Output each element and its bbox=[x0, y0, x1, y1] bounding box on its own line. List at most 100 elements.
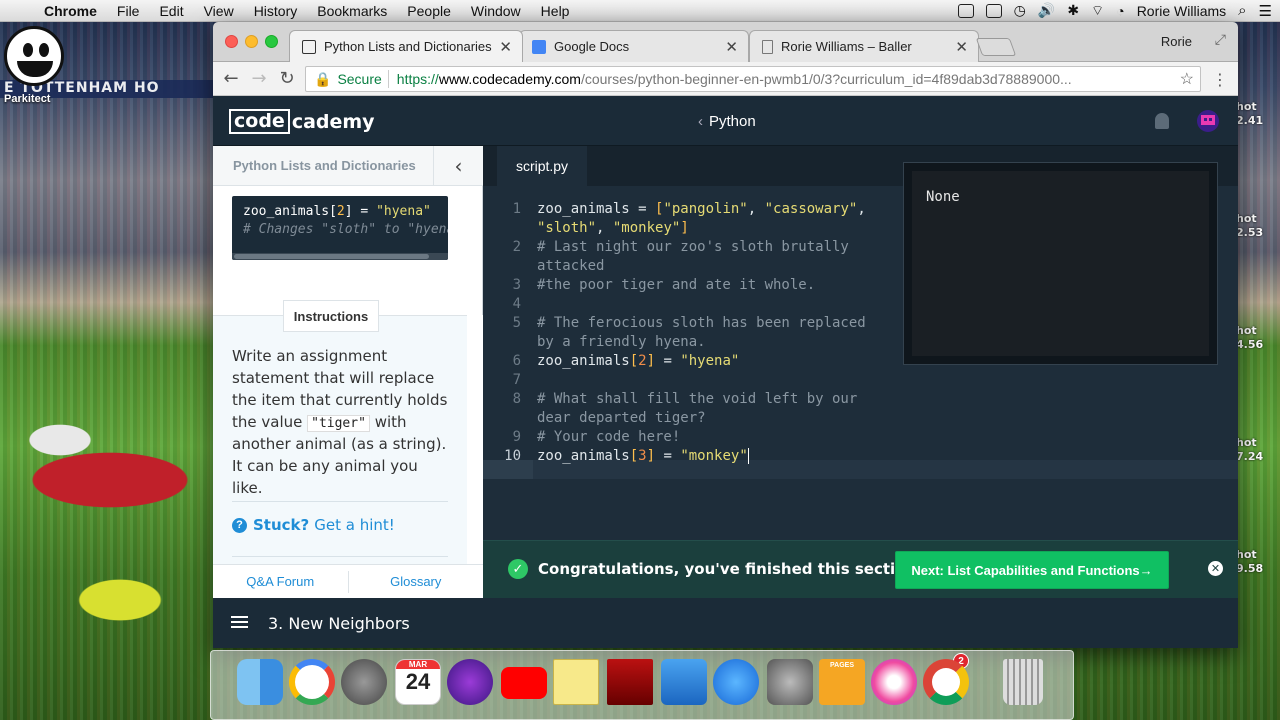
minimize-window-button[interactable] bbox=[245, 35, 258, 48]
line-number: 8 bbox=[512, 391, 521, 407]
glossary-link[interactable]: Glossary bbox=[349, 574, 484, 589]
keynote-icon[interactable] bbox=[661, 659, 707, 705]
close-tab-icon[interactable]: ✕ bbox=[499, 38, 512, 56]
close-tab-icon[interactable]: ✕ bbox=[725, 38, 738, 56]
spotlight-search-icon[interactable]: ⌕ bbox=[1238, 2, 1246, 19]
file-tab-script-py[interactable]: script.py bbox=[497, 146, 587, 186]
chrome-menu-icon[interactable]: ⋮ bbox=[1212, 70, 1228, 89]
address-bar[interactable]: 🔒 Secure https:// www.codecademy.com /co… bbox=[305, 66, 1201, 92]
code-line-8[interactable]: # What shall fill the void left by our de… bbox=[537, 390, 897, 428]
icon-eye-left bbox=[23, 43, 33, 57]
code-line-10[interactable]: zoo_animals[3] = "monkey" bbox=[537, 447, 897, 466]
instructions-tab[interactable]: Instructions bbox=[283, 300, 379, 332]
forward-arrow-icon[interactable]: → bbox=[245, 68, 273, 89]
imovie-star-icon[interactable] bbox=[447, 659, 493, 705]
line-number: 3 bbox=[512, 277, 521, 293]
clock-icon[interactable]: ◔ bbox=[1116, 3, 1124, 19]
page-icon bbox=[762, 39, 773, 54]
finder-icon[interactable] bbox=[237, 659, 283, 705]
user-avatar[interactable] bbox=[1197, 110, 1219, 132]
menu-window[interactable]: Window bbox=[461, 3, 531, 19]
itunes-icon[interactable] bbox=[871, 659, 917, 705]
instructions-body: Write an assignment statement that will … bbox=[213, 315, 467, 579]
logo-code-box: code bbox=[229, 109, 290, 134]
reload-icon[interactable]: ↻ bbox=[273, 68, 301, 89]
close-banner-icon[interactable]: ✕ bbox=[1208, 561, 1223, 576]
app-menu-chrome[interactable]: Chrome bbox=[38, 3, 107, 19]
new-tab-button[interactable] bbox=[975, 38, 1017, 56]
code-horizontal-scrollbar[interactable] bbox=[232, 253, 448, 260]
code-line-3[interactable]: #the poor tiger and ate it whole. bbox=[537, 276, 897, 295]
stickies-icon[interactable] bbox=[553, 659, 599, 705]
example-code-line-1: zoo_animals[2] = "hyena" bbox=[243, 204, 431, 219]
instructions-text: Write an assignment statement that will … bbox=[232, 347, 448, 497]
system-preferences-icon[interactable] bbox=[767, 659, 813, 705]
code-editor-area: script.py 1 zoo_animals = ["pangolin", "… bbox=[483, 146, 1238, 598]
photo-booth-icon[interactable] bbox=[607, 659, 653, 705]
close-window-button[interactable] bbox=[225, 35, 238, 48]
parkitect-app-icon[interactable] bbox=[4, 26, 64, 86]
url-domain: www.codecademy.com bbox=[438, 71, 581, 87]
next-lesson-button[interactable]: Next: List Capabilities and Functions→ bbox=[895, 551, 1169, 589]
tab-google-docs[interactable]: Google Docs ✕ bbox=[519, 30, 749, 62]
profile-button[interactable]: Rorie bbox=[1161, 34, 1192, 49]
menu-help[interactable]: Help bbox=[531, 3, 580, 19]
back-arrow-icon[interactable]: ← bbox=[217, 68, 245, 89]
bookmark-star-icon[interactable]: ☆ bbox=[1180, 69, 1194, 89]
launchpad-rocket-icon[interactable] bbox=[341, 659, 387, 705]
code-line-1[interactable]: zoo_animals = ["pangolin", "cassowary", "… bbox=[537, 200, 897, 238]
zoom-window-button[interactable] bbox=[265, 35, 278, 48]
panel-scrollbar[interactable] bbox=[467, 315, 483, 579]
code-line-2[interactable]: # Last night our zoo's sloth brutally att… bbox=[537, 238, 897, 276]
success-check-icon: ✓ bbox=[508, 559, 528, 579]
calendar-icon[interactable]: MAR 24 bbox=[395, 659, 441, 705]
menu-file[interactable]: File bbox=[107, 3, 150, 19]
pages-icon[interactable]: PAGES bbox=[819, 659, 865, 705]
get-hint-link[interactable]: ? Stuck? Get a hint! bbox=[232, 516, 395, 534]
google-icon[interactable] bbox=[289, 659, 335, 705]
bluetooth-icon[interactable]: ✱ bbox=[1067, 2, 1079, 19]
youtube-icon[interactable] bbox=[501, 667, 547, 699]
lesson-title: Python Lists and Dictionaries bbox=[233, 158, 416, 173]
line-number: 9 bbox=[512, 429, 521, 445]
user-name[interactable]: Rorie Williams bbox=[1137, 3, 1226, 19]
code-line-6[interactable]: zoo_animals[2] = "hyena" bbox=[537, 352, 897, 371]
chrome-icon[interactable] bbox=[923, 659, 969, 705]
hint-link-text[interactable]: Get a hint! bbox=[314, 516, 395, 534]
status-app-icon[interactable] bbox=[957, 3, 974, 18]
notifications-bell-icon[interactable] bbox=[1155, 113, 1169, 129]
menu-view[interactable]: View bbox=[194, 3, 244, 19]
tab-rorie-williams[interactable]: Rorie Williams – Baller ✕ bbox=[749, 30, 979, 62]
course-title-link[interactable]: ‹ Python bbox=[698, 113, 756, 130]
wifi-icon[interactable]: ⌔ bbox=[1091, 2, 1104, 20]
menu-history[interactable]: History bbox=[244, 3, 308, 19]
line-number: 2 bbox=[512, 239, 521, 255]
divider bbox=[232, 556, 448, 557]
app-store-icon[interactable] bbox=[713, 659, 759, 705]
mac-dock: MAR 24 2 PAGES bbox=[210, 650, 1074, 720]
secure-label: Secure bbox=[337, 71, 382, 87]
menu-edit[interactable]: Edit bbox=[149, 3, 193, 19]
volume-icon[interactable]: 🔊 bbox=[1038, 2, 1055, 19]
tab-title: Google Docs bbox=[554, 39, 630, 54]
menu-people[interactable]: People bbox=[397, 3, 461, 19]
scrollbar-thumb[interactable] bbox=[234, 254, 429, 259]
line-number: 1 bbox=[512, 201, 521, 217]
qa-forum-link[interactable]: Q&A Forum bbox=[213, 574, 348, 589]
code-line-5[interactable]: # The ferocious sloth has been replaced b… bbox=[537, 314, 897, 352]
notification-center-icon[interactable]: ☰ bbox=[1259, 2, 1272, 20]
fullscreen-icon[interactable]: ⤢ bbox=[1215, 32, 1226, 48]
collapse-panel-button[interactable]: ‹ bbox=[433, 145, 483, 186]
menu-bookmarks[interactable]: Bookmarks bbox=[307, 3, 397, 19]
trash-icon[interactable] bbox=[1003, 659, 1043, 705]
hamburger-menu-icon[interactable] bbox=[231, 616, 248, 628]
codecademy-logo[interactable]: code cademy bbox=[229, 109, 375, 134]
airplay-icon[interactable] bbox=[985, 3, 1002, 18]
divider bbox=[232, 501, 448, 502]
close-tab-icon[interactable]: ✕ bbox=[955, 38, 968, 56]
tab-python-lists[interactable]: Python Lists and Dictionaries ✕ bbox=[289, 30, 523, 62]
code-line-9[interactable]: # Your code here! bbox=[537, 428, 897, 447]
url-protocol: https:// bbox=[396, 71, 439, 87]
time-machine-icon[interactable]: ◷ bbox=[1014, 2, 1026, 19]
current-lesson-title[interactable]: 3. New Neighbors bbox=[268, 614, 410, 633]
